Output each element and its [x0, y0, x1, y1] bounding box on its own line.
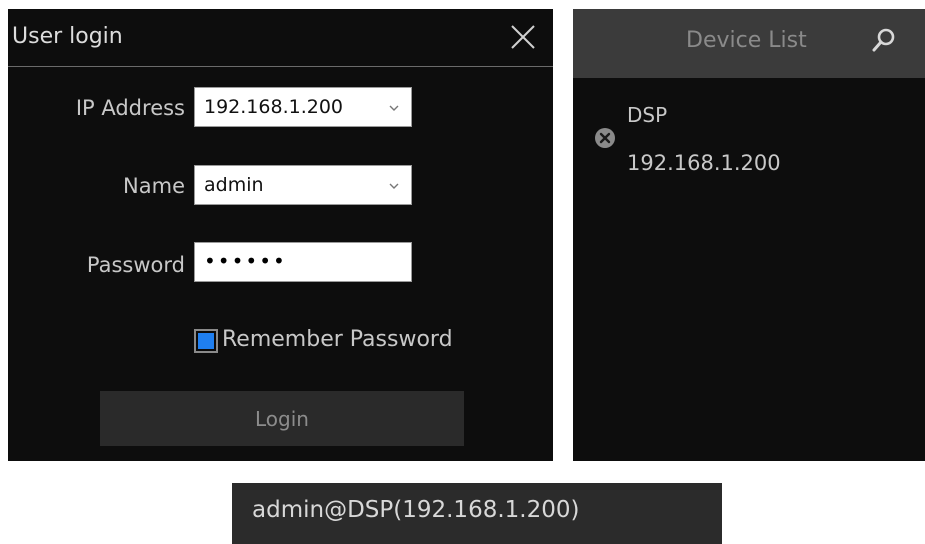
device-list-header: Device List: [573, 9, 925, 78]
password-field[interactable]: ••••••: [194, 242, 412, 282]
remember-password-label[interactable]: Remember Password: [222, 327, 453, 352]
device-list-item[interactable]: DSP 192.168.1.200: [573, 87, 925, 187]
name-select[interactable]: admin: [194, 165, 412, 205]
ip-address-select[interactable]: 192.168.1.200: [194, 87, 412, 127]
ip-address-label: IP Address: [75, 96, 185, 120]
device-list-panel: Device List DSP 192.168.1.200: [573, 9, 925, 461]
close-icon: [511, 25, 535, 49]
device-list-title: Device List: [686, 28, 807, 53]
disconnected-icon: [595, 128, 615, 148]
password-label: Password: [86, 253, 185, 277]
chevron-down-icon: [389, 183, 399, 189]
connection-status-bar: admin@DSP(192.168.1.200): [232, 483, 722, 544]
name-value: admin: [204, 174, 264, 196]
device-ip: 192.168.1.200: [627, 151, 781, 175]
login-title: User login: [12, 24, 123, 49]
checkbox-checked-fill: [198, 333, 214, 349]
connection-status-text: admin@DSP(192.168.1.200): [252, 497, 580, 523]
ip-address-value: 192.168.1.200: [204, 96, 344, 118]
login-button[interactable]: Login: [100, 391, 464, 446]
chevron-down-icon: [389, 105, 399, 111]
device-name: DSP: [627, 103, 668, 127]
remember-password-checkbox[interactable]: [194, 329, 218, 353]
name-label: Name: [123, 174, 185, 198]
close-button[interactable]: [509, 23, 537, 51]
password-value: ••••••: [204, 249, 287, 273]
login-header: User login: [8, 9, 553, 67]
search-button[interactable]: [869, 25, 899, 55]
search-icon: [872, 28, 895, 52]
login-dialog: User login IP Address 192.168.1.200 Name…: [8, 9, 553, 461]
